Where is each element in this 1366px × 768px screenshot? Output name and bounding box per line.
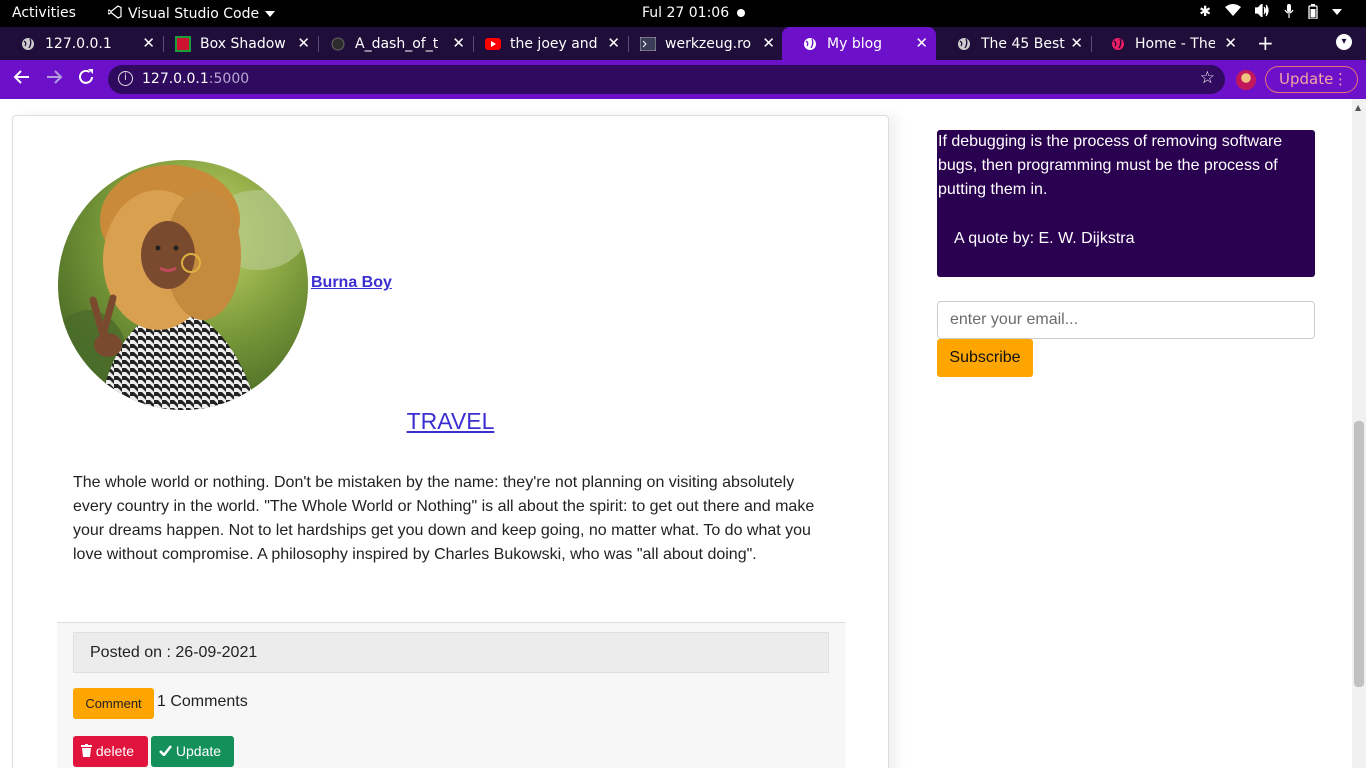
clock[interactable]: Ful 27 01:06 [642, 5, 729, 21]
quote-text: If debugging is the process of removing … [938, 133, 1283, 198]
site-info-icon[interactable]: i [118, 71, 133, 86]
check-icon [159, 745, 172, 757]
vertical-scrollbar[interactable]: ▲ [1352, 99, 1366, 768]
globe-icon [802, 36, 818, 52]
app-name: Visual Studio Code [128, 6, 260, 22]
github-icon [330, 36, 346, 52]
author-link[interactable]: Burna Boy [311, 274, 392, 292]
close-icon[interactable]: ✕ [1070, 34, 1083, 52]
system-tray[interactable]: ✱ [1199, 2, 1342, 23]
bookmark-star-icon[interactable]: ☆ [1200, 68, 1215, 88]
author-avatar [58, 160, 308, 410]
back-arrow-icon[interactable] [13, 68, 31, 91]
scrollbar-thumb[interactable] [1354, 421, 1364, 687]
tab-github[interactable]: A_dash_of_t ✕ [310, 27, 474, 60]
chevron-down-icon [265, 6, 276, 22]
post-footer: Posted on : 26-09-2021 Comment 1 Comment… [57, 622, 845, 768]
quote-author: A quote by: E. W. Dijkstra [954, 230, 1135, 247]
tab-title: werkzeug.ro [665, 35, 752, 52]
notification-dot-icon [737, 9, 745, 17]
new-tab-plus-icon[interactable]: + [1257, 31, 1274, 55]
page-viewport: Burna Boy TRAVEL The whole world or noth… [0, 99, 1352, 768]
quote-box: If debugging is the process of removing … [937, 130, 1315, 277]
close-icon[interactable]: ✕ [297, 34, 310, 52]
vscode-icon [107, 5, 122, 23]
post-card: Burna Boy TRAVEL The whole world or noth… [12, 115, 889, 768]
email-input[interactable] [937, 301, 1315, 339]
comment-button[interactable]: Comment [73, 688, 154, 719]
tab-werkzeug[interactable]: werkzeug.ro ✕ [620, 27, 783, 60]
close-icon[interactable]: ✕ [1224, 34, 1237, 52]
tab-title: Box Shadow [200, 35, 286, 52]
browser-update-button[interactable]: Update ⋮ [1265, 66, 1358, 93]
battery-icon[interactable] [1308, 4, 1318, 23]
posted-on-date: Posted on : 26-09-2021 [73, 632, 829, 673]
slack-icon[interactable]: ✱ [1199, 4, 1211, 23]
tab-title: A_dash_of_t [355, 35, 439, 52]
tab-home[interactable]: Home - The W ✕ [1090, 27, 1245, 60]
more-menu-icon: ⋮ [1333, 70, 1348, 88]
post-body: The whole world or nothing. Don't be mis… [73, 474, 815, 563]
tab-title: Home - The W [1135, 35, 1215, 52]
close-icon[interactable]: ✕ [142, 34, 155, 52]
tab-title: 127.0.0.1 [45, 35, 112, 52]
reload-icon[interactable] [77, 68, 95, 91]
chevron-down-icon[interactable] [1332, 4, 1342, 23]
close-icon[interactable]: ✕ [452, 34, 465, 52]
microphone-icon[interactable] [1284, 4, 1294, 23]
tab-title: the joey and [510, 35, 598, 52]
trash-icon [81, 744, 92, 757]
globe-icon [20, 36, 36, 52]
box-shadow-favicon [175, 35, 191, 52]
tab-strip: 127.0.0.1 ✕ Box Shadow ✕ A_dash_of_t ✕ t… [0, 27, 1366, 60]
globe-icon [956, 36, 972, 52]
youtube-icon [485, 36, 501, 52]
world-icon [1110, 36, 1126, 52]
volume-icon[interactable] [1254, 2, 1270, 23]
forward-arrow-icon[interactable] [45, 68, 63, 91]
delete-button[interactable]: delete [73, 736, 148, 767]
wifi-icon[interactable] [1225, 4, 1241, 23]
profile-avatar[interactable] [1236, 70, 1256, 90]
scroll-up-arrow-icon[interactable]: ▲ [1355, 103, 1361, 112]
tab-youtube[interactable]: the joey and ✕ [465, 27, 629, 60]
close-icon[interactable]: ✕ [607, 34, 620, 52]
close-icon[interactable]: ✕ [762, 34, 775, 52]
url-text[interactable]: 127.0.0.1:5000 [142, 71, 249, 87]
tab-title: The 45 Best T [981, 35, 1069, 52]
terminal-icon [640, 36, 656, 52]
post-title-link[interactable]: TRAVEL [13, 408, 888, 435]
tab-title: My blog [827, 35, 883, 52]
activities-button[interactable]: Activities [12, 5, 76, 21]
subscribe-button[interactable]: Subscribe [937, 339, 1033, 377]
system-top-bar: Activities Visual Studio Code Ful 27 01:… [0, 0, 1366, 27]
tab-localhost[interactable]: 127.0.0.1 ✕ [0, 27, 164, 60]
update-post-button[interactable]: Update [151, 736, 234, 767]
browser-toolbar: i 127.0.0.1:5000 ☆ Update ⋮ [0, 60, 1366, 99]
tab-my-blog[interactable]: My blog ✕ [782, 27, 936, 60]
comment-count: 1 Comments [157, 693, 248, 710]
address-bar[interactable]: i 127.0.0.1:5000 ☆ [108, 65, 1225, 94]
app-menu[interactable]: Visual Studio Code [107, 5, 276, 23]
tab-box-shadow[interactable]: Box Shadow ✕ [155, 27, 319, 60]
tab-search-chevron-icon[interactable]: ▾ [1336, 34, 1352, 50]
close-icon[interactable]: ✕ [915, 34, 928, 52]
tab-45-best[interactable]: The 45 Best T ✕ [936, 27, 1092, 60]
